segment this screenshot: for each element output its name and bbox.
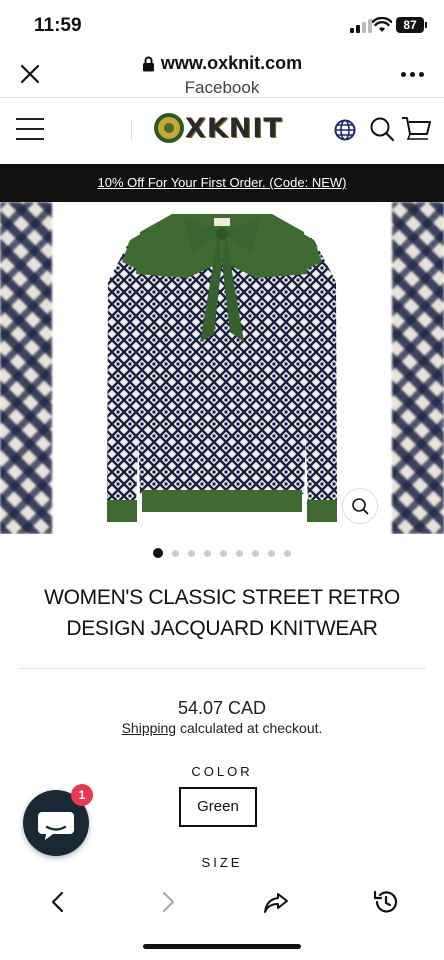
forward-icon[interactable]	[154, 888, 182, 916]
color-option-green[interactable]: Green	[179, 787, 257, 827]
pagination-dot[interactable]	[220, 549, 227, 557]
product-price: 54.07 CAD	[177, 698, 267, 718]
pagination-dot[interactable]	[153, 548, 163, 558]
divider	[18, 668, 426, 669]
shipping-link[interactable]: Shipping	[122, 720, 177, 736]
status-time: 11:59	[34, 15, 82, 36]
status-bar: 11:59 87	[0, 0, 444, 50]
cellular-signal-icon	[350, 19, 372, 33]
zoom-button[interactable]	[342, 488, 378, 524]
cart-icon[interactable]	[401, 116, 431, 142]
battery-indicator: 87	[396, 17, 427, 33]
gallery-pagination	[0, 548, 444, 558]
shipping-note: Shipping calculated at checkout.	[0, 720, 444, 736]
search-icon[interactable]	[369, 116, 395, 142]
gallery-prev-image[interactable]	[0, 202, 52, 534]
product-image	[107, 214, 337, 522]
shipping-note-text: calculated at checkout.	[176, 720, 323, 736]
wifi-icon	[372, 17, 392, 32]
product-title: WOMEN'S CLASSIC STREET RETRO DESIGN JACQ…	[44, 586, 400, 640]
menu-icon[interactable]	[16, 118, 44, 140]
home-indicator[interactable]	[143, 944, 301, 949]
more-options-icon[interactable]	[401, 72, 424, 77]
size-label: SIZE	[201, 855, 243, 870]
pagination-dot[interactable]	[204, 549, 211, 557]
url-text: www.oxknit.com	[160, 53, 303, 73]
promo-banner[interactable]: 10% Off For Your First Order. (Code: NEW…	[0, 164, 444, 202]
close-icon[interactable]	[18, 62, 42, 86]
pagination-dot[interactable]	[252, 549, 259, 557]
pagination-dot[interactable]	[188, 549, 195, 557]
gallery-next-image[interactable]	[392, 202, 444, 534]
zoom-icon	[352, 498, 369, 515]
pagination-dot[interactable]	[236, 549, 243, 557]
lock-icon	[142, 56, 154, 71]
pagination-dot[interactable]	[284, 549, 291, 557]
back-icon[interactable]	[44, 888, 72, 916]
address-bar[interactable]: www.oxknit.com Facebook	[100, 53, 344, 98]
site-header: XKNIT	[0, 98, 444, 164]
product-gallery[interactable]	[0, 202, 444, 534]
pagination-dot[interactable]	[268, 549, 275, 557]
history-icon[interactable]	[372, 888, 400, 916]
color-label: COLOR	[191, 764, 253, 779]
share-icon[interactable]	[262, 888, 290, 916]
logo-text: XKNIT	[185, 112, 283, 144]
globe-icon[interactable]	[334, 119, 356, 141]
chat-badge: 1	[71, 784, 93, 806]
pagination-dot[interactable]	[172, 549, 179, 557]
browser-toolbar	[0, 880, 444, 924]
promo-text[interactable]: 10% Off For Your First Order. (Code: NEW…	[97, 175, 346, 190]
browser-bar: www.oxknit.com Facebook	[0, 50, 444, 98]
site-logo[interactable]: XKNIT	[154, 112, 283, 144]
divider	[131, 120, 132, 140]
logo-mark	[154, 113, 184, 143]
browser-subtitle: Facebook	[184, 77, 260, 97]
